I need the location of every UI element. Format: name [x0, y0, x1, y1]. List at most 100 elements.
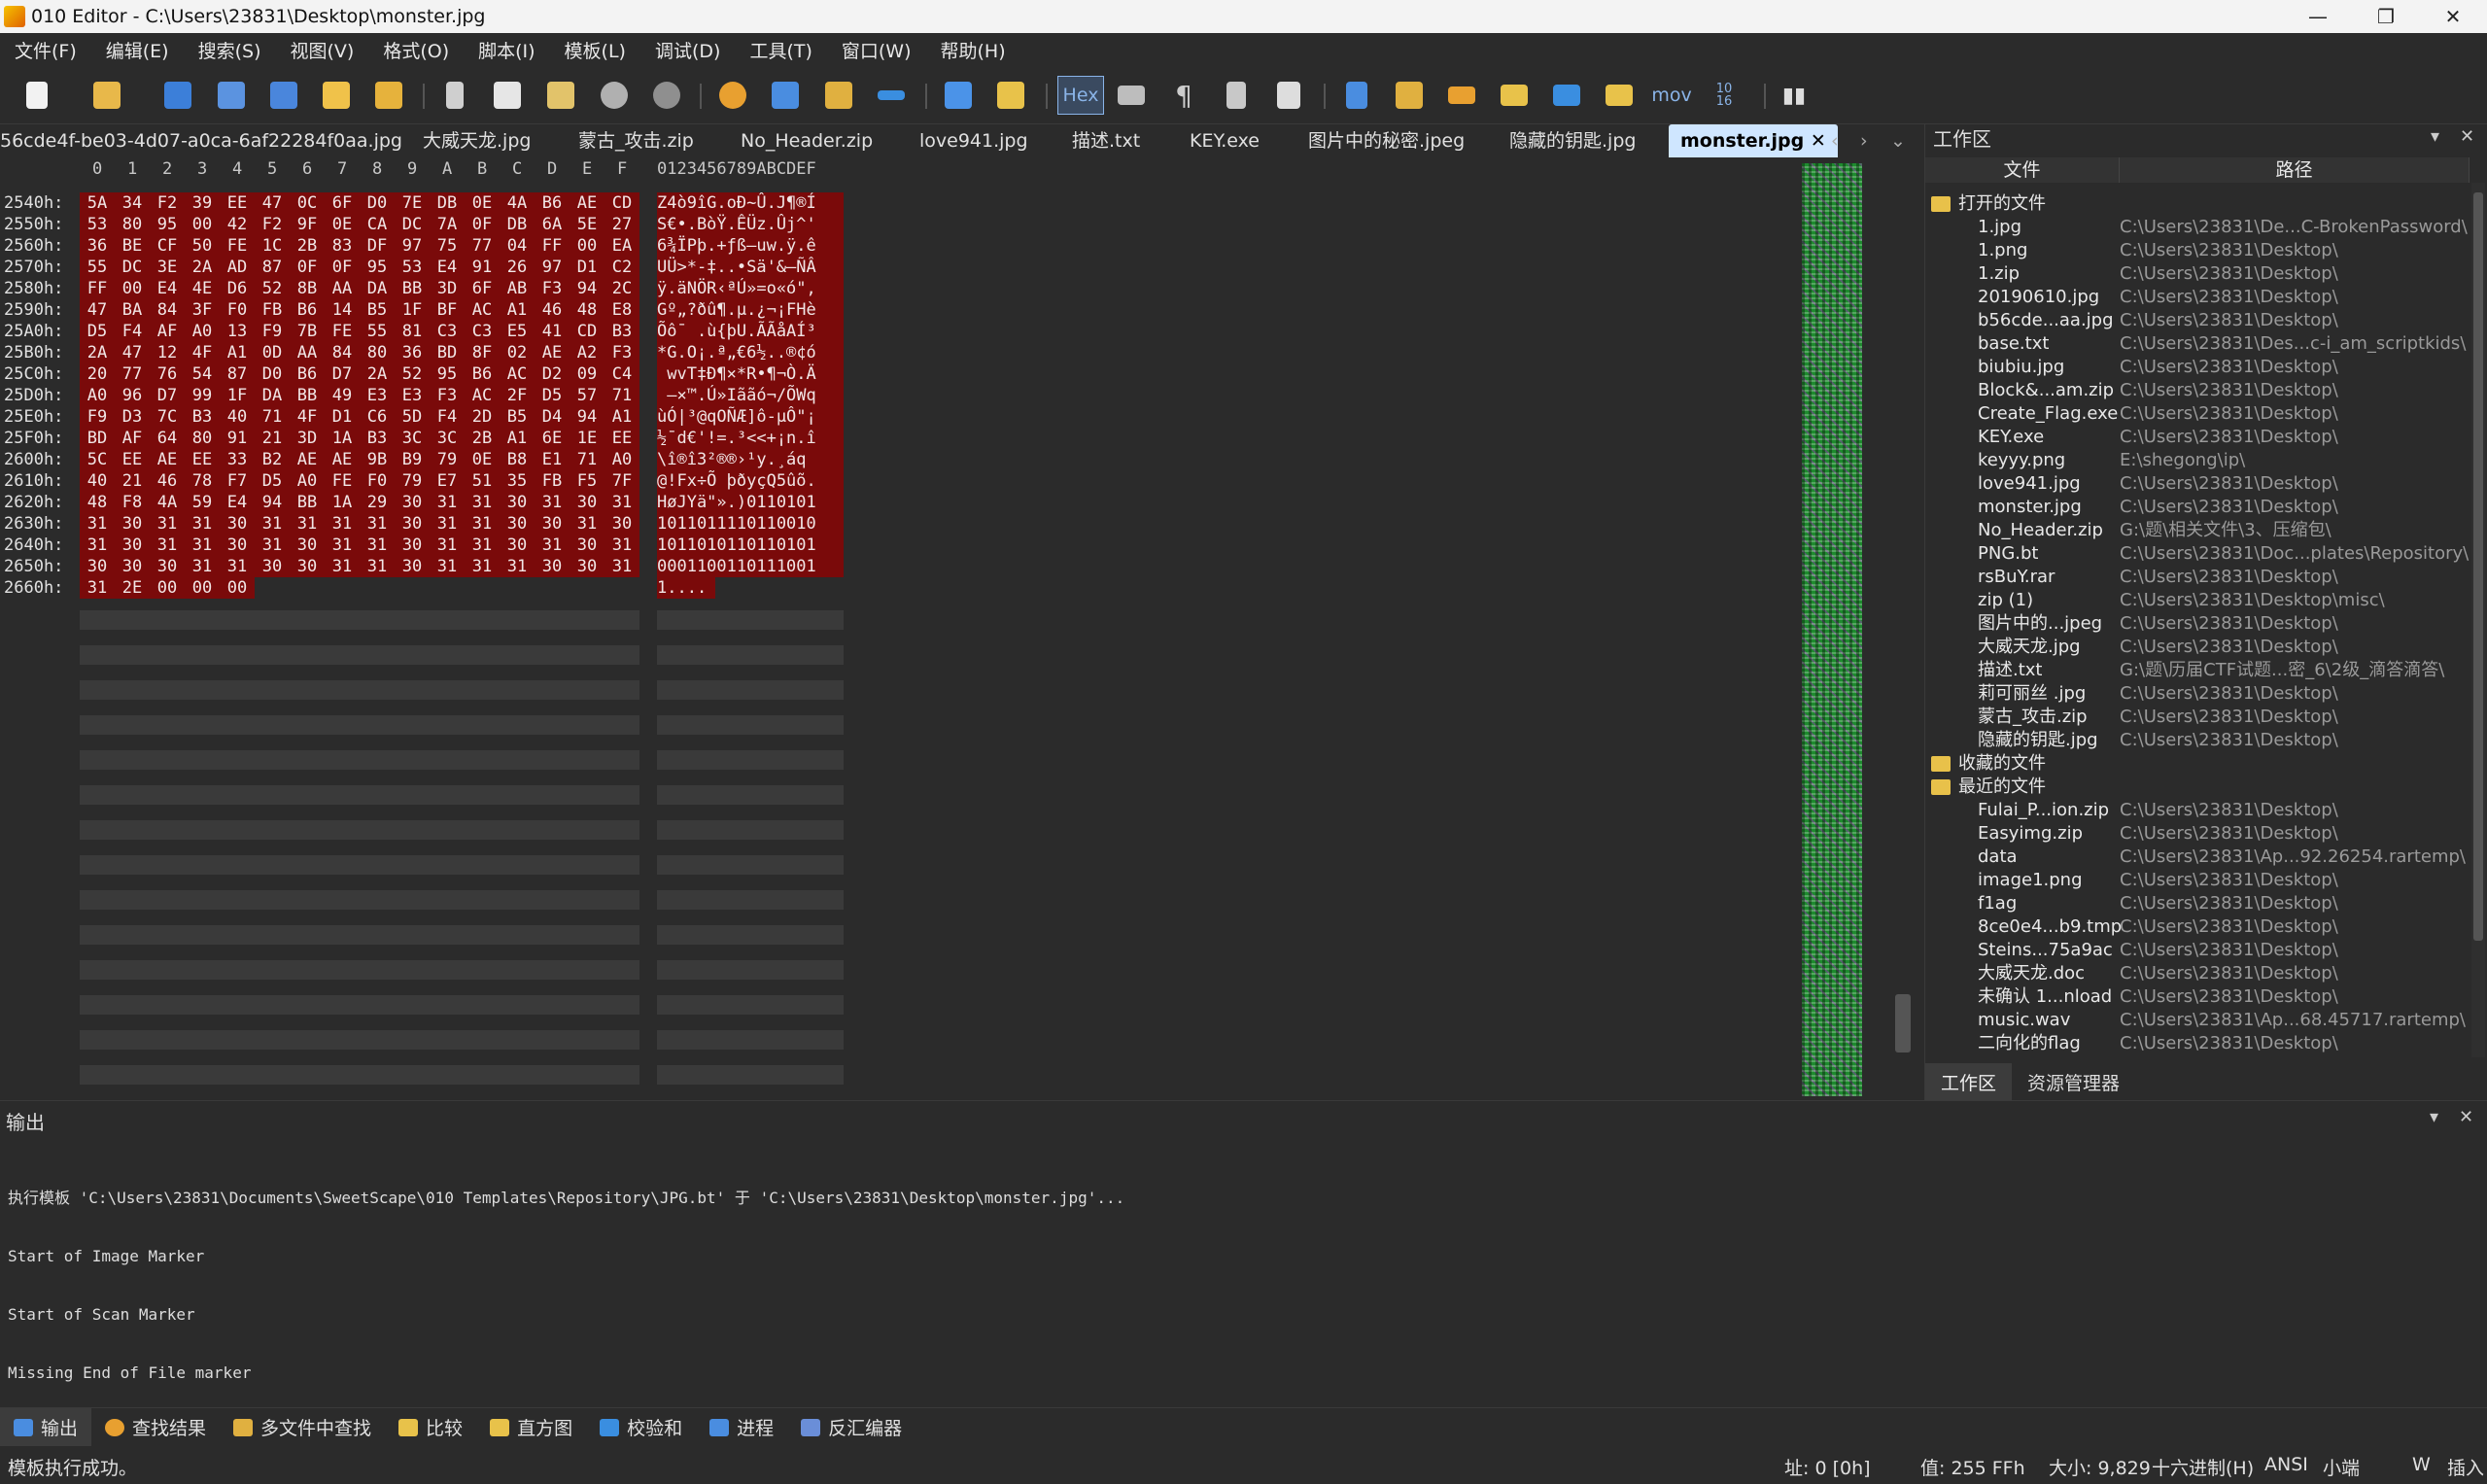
hex-byte[interactable]: 47 [115, 342, 150, 363]
hex-byte[interactable]: 31 [465, 556, 500, 577]
hex-byte[interactable]: 2B [290, 235, 325, 257]
text-mode-icon[interactable] [1112, 76, 1151, 115]
hex-byte[interactable]: F0 [220, 299, 255, 321]
hex-byte[interactable]: 30 [535, 556, 570, 577]
ascii-text[interactable]: ùÓ|³@qOÑÆ]ô-µÔ"¡ [657, 406, 844, 428]
hex-byte[interactable]: 1C [255, 235, 290, 257]
workspace-file-row[interactable]: 大威天龙.doc C:\Users\23831\Desktop\ [1925, 962, 2470, 985]
hex-byte[interactable]: AE [535, 342, 570, 363]
open-file-icon[interactable] [87, 76, 126, 115]
ascii-text[interactable]: S€•.BòŸ.ÊÜz.Ûj^' [657, 214, 844, 235]
hex-byte[interactable]: FB [255, 299, 290, 321]
close-button[interactable]: ✕ [2419, 0, 2487, 33]
workspace-file-row[interactable]: love941.jpg C:\Users\23831\Desktop\ [1925, 472, 2470, 496]
hex-byte[interactable]: 31 [150, 513, 185, 535]
hex-byte[interactable]: 21 [255, 428, 290, 449]
minimize-button[interactable]: — [2284, 0, 2352, 33]
hex-byte[interactable]: 7F [604, 470, 639, 492]
hex-byte[interactable]: 5E [570, 214, 604, 235]
hex-byte[interactable]: 95 [430, 363, 465, 385]
hex-byte[interactable]: 14 [325, 299, 360, 321]
hex-byte[interactable]: FF [535, 235, 570, 257]
hex-byte[interactable]: 31 [185, 556, 220, 577]
ascii-text[interactable]: 1011011110110010 [657, 513, 844, 535]
hex-byte[interactable]: 96 [115, 385, 150, 406]
hex-byte[interactable]: DF [360, 235, 395, 257]
hex-byte[interactable]: 1A [325, 428, 360, 449]
menu-tools[interactable]: 工具(T) [735, 37, 826, 63]
hex-byte[interactable]: AF [150, 321, 185, 342]
hex-byte[interactable]: 31 [604, 556, 639, 577]
hex-byte[interactable]: AE [570, 192, 604, 214]
hex-byte[interactable]: BE [115, 235, 150, 257]
workspace-file-row[interactable]: rsBuY.rar C:\Users\23831\Desktop\ [1925, 566, 2470, 589]
find-in-files-icon[interactable] [819, 76, 858, 115]
workspace-file-row[interactable]: 描述.txt G:\题\历届CTF试题...密_6\2级_滴答滴答\ [1925, 659, 2470, 682]
hex-byte[interactable]: E4 [150, 278, 185, 299]
hex-byte[interactable]: 30 [395, 556, 430, 577]
hex-byte[interactable]: F7 [220, 470, 255, 492]
hex-byte[interactable]: 02 [500, 342, 535, 363]
hex-byte[interactable]: B6 [290, 299, 325, 321]
hex-mode-toggle[interactable]: Hex [1057, 76, 1104, 115]
hex-byte[interactable]: 31 [604, 535, 639, 556]
hex-byte[interactable]: 35 [500, 470, 535, 492]
hex-byte[interactable]: 21 [115, 470, 150, 492]
hex-byte[interactable]: 71 [604, 385, 639, 406]
tab-file[interactable]: 蒙古_攻击.zip [578, 124, 694, 157]
hex-byte[interactable]: 34 [115, 192, 150, 214]
hex-byte[interactable]: 00 [220, 577, 255, 599]
hex-editor[interactable]: 0123456789ABCDEF 0123456789ABCDEF 2540h:… [0, 157, 1919, 1120]
hex-byte[interactable]: 59 [185, 492, 220, 513]
ascii-text[interactable]: 6¾ÏPþ.+ƒß—uw.ÿ.ê [657, 235, 844, 257]
hex-byte[interactable]: 30 [395, 492, 430, 513]
hex-byte[interactable]: 6E [535, 428, 570, 449]
hex-byte[interactable]: C6 [360, 406, 395, 428]
hex-byte[interactable]: 3F [185, 299, 220, 321]
open-folder-icon[interactable] [317, 76, 356, 115]
hex-byte[interactable]: E8 [604, 299, 639, 321]
hex-byte[interactable]: 0F [290, 257, 325, 278]
hex-byte[interactable]: A2 [570, 342, 604, 363]
hex-byte[interactable]: 30 [570, 535, 604, 556]
hex-byte[interactable]: 31 [290, 513, 325, 535]
hex-byte[interactable]: 52 [395, 363, 430, 385]
hex-byte[interactable]: D4 [535, 406, 570, 428]
hex-byte[interactable]: D7 [150, 385, 185, 406]
tab-histogram[interactable]: 直方图 [476, 1408, 586, 1447]
hex-byte[interactable]: 30 [150, 556, 185, 577]
hex-byte[interactable]: CD [570, 321, 604, 342]
workspace-file-row[interactable]: 图片中的...jpeg C:\Users\23831\Desktop\ [1925, 612, 2470, 636]
hex-byte[interactable]: 83 [325, 235, 360, 257]
hex-byte[interactable]: CD [604, 192, 639, 214]
hex-byte[interactable]: 5A [80, 192, 115, 214]
hex-byte[interactable]: 48 [80, 492, 115, 513]
hex-byte[interactable]: 31 [185, 513, 220, 535]
hex-byte[interactable]: BF [430, 299, 465, 321]
undo-icon[interactable] [595, 76, 634, 115]
hex-byte[interactable]: 9B [360, 449, 395, 470]
hex-byte[interactable]: 75 [430, 235, 465, 257]
hex-byte[interactable]: B6 [535, 192, 570, 214]
hex-byte[interactable]: 2F [500, 385, 535, 406]
hex-byte[interactable]: 0D [255, 342, 290, 363]
hex-byte[interactable]: C3 [465, 321, 500, 342]
hex-byte[interactable]: 31 [535, 492, 570, 513]
hex-byte[interactable]: CF [150, 235, 185, 257]
pause-icon[interactable]: ▮▮ [1775, 76, 1813, 115]
run-template-icon[interactable] [991, 76, 1030, 115]
tab-explorer[interactable]: 资源管理器 [2012, 1063, 2135, 1101]
hex-byte[interactable]: D7 [325, 363, 360, 385]
cut-icon[interactable] [435, 76, 474, 115]
hex-byte[interactable]: B6 [465, 363, 500, 385]
base-convert-icon[interactable]: 10 16 [1705, 76, 1744, 115]
hex-byte[interactable]: F2 [150, 192, 185, 214]
run-script-icon[interactable] [939, 76, 978, 115]
hex-byte[interactable]: 0E [465, 449, 500, 470]
hex-byte[interactable]: 31 [80, 535, 115, 556]
workspace-file-row[interactable]: 莉可丽丝 .jpg C:\Users\23831\Desktop\ [1925, 682, 2470, 706]
tab-workspace[interactable]: 工作区 [1925, 1062, 2013, 1101]
hex-byte[interactable]: 4E [185, 278, 220, 299]
hex-byte[interactable]: A1 [604, 406, 639, 428]
tab-file[interactable]: 大威天龙.jpg [423, 124, 531, 157]
